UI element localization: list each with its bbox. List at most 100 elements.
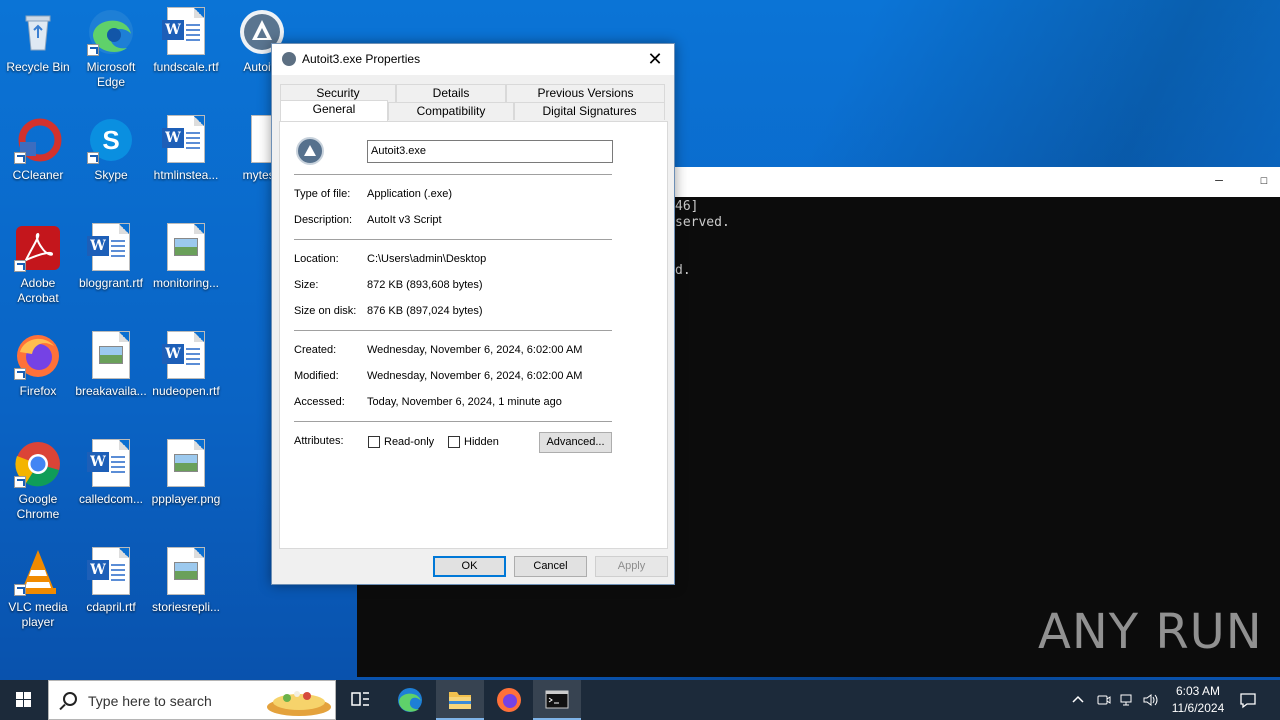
skype-icon: S	[87, 116, 135, 164]
taskbar-search-box[interactable]: Type here to search	[48, 680, 336, 720]
desktop-icon-calledcom[interactable]: W calledcom...	[73, 440, 149, 507]
desktop-icon-label: storiesrepli...	[151, 600, 221, 614]
clock-date: 11/6/2024	[1171, 701, 1225, 715]
maximize-button[interactable]: ☐	[1254, 173, 1274, 189]
desktop-icon-label: cdapril.rtf	[86, 600, 136, 614]
tab-digital-signatures[interactable]: Digital Signatures	[514, 102, 665, 120]
desktop-icon-monitoring[interactable]: monitoring...	[148, 224, 224, 291]
taskbar-firefox-button[interactable]	[485, 680, 533, 720]
file-name-field[interactable]: Autoit3.exe	[367, 140, 613, 163]
type-label: Type of file:	[294, 188, 351, 200]
system-clock[interactable]: 6:03 AM 11/6/2024	[1163, 683, 1233, 717]
desktop-icon-label: htmlinstea...	[153, 168, 219, 182]
apply-button[interactable]: Apply	[595, 556, 668, 577]
desktop-icon-cdapril[interactable]: W cdapril.rtf	[73, 548, 149, 615]
console-line: d.	[675, 263, 691, 278]
task-view-button[interactable]	[336, 680, 384, 720]
start-button[interactable]	[0, 680, 48, 720]
desktop-icon-firefox[interactable]: Firefox	[0, 332, 76, 399]
acrobat-icon	[14, 224, 62, 272]
word-document-icon: W	[87, 440, 135, 488]
divider	[294, 330, 612, 331]
created-value: Wednesday, November 6, 2024, 6:02:00 AM	[367, 344, 583, 356]
tab-general[interactable]: General	[280, 100, 388, 121]
properties-dialog[interactable]: Autoit3.exe Properties ✕ Security Detail…	[271, 43, 675, 585]
taskbar-cmd-button[interactable]	[533, 680, 581, 720]
general-tab-panel: Autoit3.exe Type of file: Application (.…	[279, 121, 668, 549]
command-prompt-icon	[545, 690, 569, 709]
word-document-icon: W	[162, 8, 210, 56]
edge-icon	[87, 8, 135, 56]
folder-icon	[449, 692, 471, 709]
image-file-icon	[162, 548, 210, 596]
desktop: Recycle Bin CCleaner Adobe Acrobat Firef…	[0, 0, 1280, 680]
desktop-icon-storiesrepli[interactable]: storiesrepli...	[148, 548, 224, 615]
recycle-bin-icon	[14, 8, 62, 56]
tab-compatibility[interactable]: Compatibility	[388, 102, 514, 120]
desktop-icon-breakavaila[interactable]: breakavaila...	[73, 332, 149, 399]
shortcut-arrow-icon	[14, 584, 26, 596]
size-on-disk-value: 876 KB (897,024 bytes)	[367, 305, 483, 317]
volume-icon[interactable]	[1142, 692, 1160, 711]
meet-now-icon[interactable]	[1096, 692, 1112, 711]
minimize-button[interactable]: —	[1209, 173, 1229, 189]
size-on-disk-label: Size on disk:	[294, 305, 357, 317]
chevron-up-icon[interactable]	[1071, 692, 1085, 709]
desktop-icon-ppplayer[interactable]: ppplayer.png	[148, 440, 224, 507]
desktop-icon-label: Google Chrome	[16, 492, 60, 521]
word-document-icon: W	[87, 548, 135, 596]
shortcut-arrow-icon	[87, 44, 99, 56]
readonly-checkbox[interactable]	[368, 436, 380, 448]
chrome-icon	[14, 440, 62, 488]
desktop-icon-recycle-bin[interactable]: Recycle Bin	[0, 8, 76, 75]
modified-value: Wednesday, November 6, 2024, 6:02:00 AM	[367, 370, 583, 382]
desktop-icon-skype[interactable]: S Skype	[73, 116, 149, 183]
search-icon	[63, 692, 77, 706]
desktop-icon-label: Skype	[94, 168, 128, 182]
dialog-titlebar[interactable]: Autoit3.exe Properties ✕	[272, 44, 674, 75]
modified-label: Modified:	[294, 370, 339, 382]
desktop-icon-label: calledcom...	[78, 492, 144, 506]
ok-button[interactable]: OK	[433, 556, 506, 577]
desktop-icon-label: monitoring...	[152, 276, 220, 290]
taskbar-edge-button[interactable]	[386, 680, 434, 720]
desktop-icon-vlc[interactable]: VLC media player	[0, 548, 76, 630]
windows-logo-icon	[16, 692, 31, 707]
edge-icon	[398, 688, 422, 712]
hidden-checkbox[interactable]	[448, 436, 460, 448]
desktop-icon-google-chrome[interactable]: Google Chrome	[0, 440, 76, 522]
readonly-label: Read-only	[384, 436, 435, 448]
notification-center-icon[interactable]	[1239, 691, 1257, 712]
location-label: Location:	[294, 253, 339, 265]
accessed-label: Accessed:	[294, 396, 345, 408]
desktop-icon-htmlinstea[interactable]: W htmlinstea...	[148, 116, 224, 183]
close-button[interactable]: ✕	[644, 48, 666, 70]
tab-previous-versions[interactable]: Previous Versions	[506, 84, 665, 102]
hidden-label: Hidden	[464, 436, 499, 448]
network-icon[interactable]	[1119, 692, 1135, 711]
taskbar-file-explorer-button[interactable]	[436, 680, 484, 720]
desktop-icon-label: Recycle Bin	[6, 60, 70, 74]
console-line: 46]	[675, 199, 699, 214]
divider	[294, 174, 612, 175]
desktop-icon-bloggrant[interactable]: W bloggrant.rtf	[73, 224, 149, 291]
search-placeholder: Type here to search	[88, 693, 212, 709]
task-view-icon	[351, 692, 369, 706]
dialog-title: Autoit3.exe Properties	[302, 52, 421, 66]
desktop-icon-fundscale[interactable]: W fundscale.rtf	[148, 8, 224, 75]
desktop-icon-label: breakavaila...	[75, 384, 147, 398]
desktop-icon-microsoft-edge[interactable]: Microsoft Edge	[73, 8, 149, 90]
advanced-button[interactable]: Advanced...	[539, 432, 612, 453]
svg-text:S: S	[102, 125, 119, 155]
vlc-icon	[14, 548, 62, 596]
ccleaner-icon	[14, 116, 62, 164]
accessed-value: Today, November 6, 2024, 1 minute ago	[367, 396, 562, 408]
firefox-icon	[497, 688, 521, 712]
created-label: Created:	[294, 344, 337, 356]
desktop-icon-ccleaner[interactable]: CCleaner	[0, 116, 76, 183]
cancel-button[interactable]: Cancel	[514, 556, 587, 577]
desktop-icon-adobe-acrobat[interactable]: Adobe Acrobat	[0, 224, 76, 306]
tab-details[interactable]: Details	[396, 84, 506, 102]
desktop-icon-nudeopen[interactable]: W nudeopen.rtf	[148, 332, 224, 399]
taskbar: Type here to search 6:03 AM 11/6/2024	[0, 680, 1280, 720]
